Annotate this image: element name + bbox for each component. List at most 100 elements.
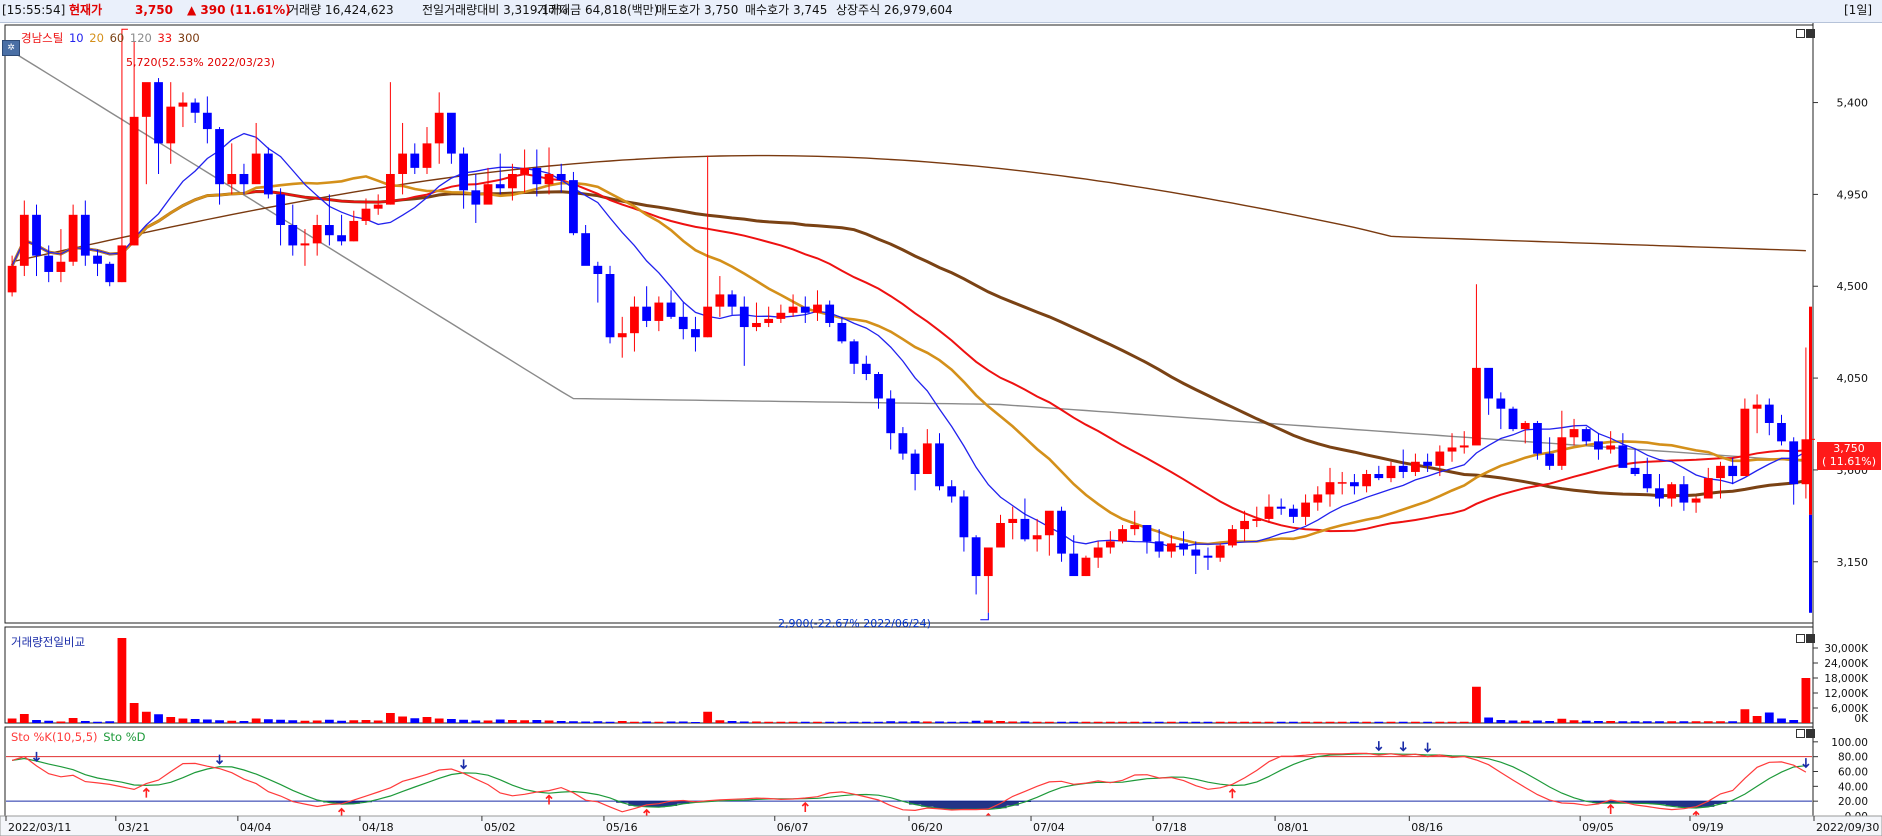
date-tick-label: 07/04 — [1033, 821, 1065, 834]
volume-bar — [996, 721, 1005, 723]
candle-body — [495, 184, 505, 189]
candle-body — [971, 537, 981, 577]
volume-bar — [1069, 721, 1079, 723]
candle-body — [1227, 529, 1237, 546]
candle-body — [1191, 549, 1201, 556]
candle — [1081, 555, 1091, 577]
candle-body — [410, 153, 420, 168]
volume-bar — [1618, 721, 1628, 723]
candle-body — [1581, 429, 1591, 442]
candle-body — [605, 273, 615, 338]
candle-body — [1435, 451, 1445, 466]
candle-body — [1423, 461, 1433, 466]
candle-body — [1484, 367, 1494, 399]
pane3-minimize-button[interactable] — [1796, 729, 1805, 738]
volume-bar — [813, 721, 822, 723]
volume-bar — [1301, 721, 1310, 723]
candle-body — [825, 304, 835, 323]
candle-body — [788, 306, 798, 313]
candle-body — [1459, 445, 1469, 448]
candle-body — [129, 116, 139, 246]
candle-body — [813, 304, 822, 313]
candle — [1740, 398, 1750, 477]
stock-chart[interactable]: 3,1503,6004,0504,5004,9505,4006,000K12,0… — [0, 23, 1882, 836]
candle-body — [752, 322, 761, 328]
candle-body — [7, 265, 17, 293]
candle-body — [276, 194, 285, 226]
volume-bar — [1325, 721, 1335, 723]
volume-bar — [532, 720, 542, 723]
candle-body — [361, 208, 371, 221]
volume-bar — [1020, 721, 1030, 723]
volume-bar — [1423, 721, 1433, 723]
candle-body — [202, 112, 212, 130]
candle-body — [373, 204, 383, 209]
candle-body — [215, 129, 224, 185]
volume-bar — [1032, 721, 1042, 723]
volume-bar — [337, 720, 346, 723]
volume-zero-label: 0K — [1854, 713, 1869, 725]
volume-tick-label: 18,000K — [1824, 673, 1869, 685]
volume-bar — [739, 721, 749, 723]
candle-body — [1777, 422, 1786, 442]
stoch-tick-label: 80.00 — [1838, 752, 1868, 764]
price-legend: 경남스틸 10 20 60 120 33 300 — [21, 30, 202, 46]
volume-bar — [837, 721, 847, 723]
current-price-label: 현재가 — [69, 3, 103, 17]
volume-bar — [617, 721, 627, 723]
candle-body — [959, 496, 969, 538]
price-tag-pct: ( 11.61%) — [1821, 455, 1877, 468]
volume-bar — [654, 721, 664, 723]
candle-body — [617, 333, 627, 338]
candle-body — [1362, 474, 1371, 487]
period-selector[interactable]: [1일] — [1844, 0, 1872, 21]
volume-bar — [1728, 721, 1738, 723]
candle-body — [227, 173, 237, 185]
candle-body — [1020, 518, 1030, 540]
volume-bar — [1606, 721, 1616, 723]
bid-price: 매수호가 3,745 — [745, 3, 828, 17]
ticker-bar: [15:55:54] 현재가 3,750 ▲ 390 (11.61%) 거래량 … — [0, 0, 1882, 23]
legend-ma300: 300 — [177, 31, 200, 45]
pane2-close-button[interactable] — [1806, 634, 1815, 643]
candle-body — [1386, 465, 1396, 479]
volume-bar — [1447, 721, 1457, 723]
candle — [569, 171, 578, 236]
volume-bar — [947, 721, 957, 723]
volume-bar — [1655, 721, 1664, 723]
candle-body — [1032, 535, 1042, 540]
volume-bar — [581, 721, 591, 723]
stock-logo-icon[interactable]: ✲ — [2, 40, 20, 56]
candle-body — [764, 318, 774, 323]
volume-bar — [1044, 721, 1054, 723]
pane3-close-button[interactable] — [1806, 729, 1815, 738]
pane1-minimize-button[interactable] — [1796, 29, 1805, 38]
pane2-minimize-button[interactable] — [1796, 634, 1805, 643]
pane-frame-1 — [4, 24, 1814, 624]
candle-body — [703, 306, 713, 338]
volume-bar — [1093, 721, 1103, 723]
volume-bar — [1264, 721, 1274, 723]
volume-bar — [1118, 721, 1127, 723]
volume-bar — [1533, 720, 1542, 723]
volume-bar — [1411, 721, 1420, 723]
volume-bar — [251, 718, 261, 723]
volume-bar — [569, 721, 578, 723]
current-price-tag: 3,750 ( 11.61%) — [1817, 442, 1881, 470]
volume-bar — [1252, 721, 1262, 723]
candle-body — [434, 112, 444, 144]
volume-bar — [886, 721, 896, 723]
volume-bar — [80, 721, 90, 723]
volume-bar — [605, 721, 615, 723]
volume-bar — [1313, 721, 1323, 723]
date-tick-label: 04/18 — [362, 821, 394, 834]
volume-bar — [678, 721, 688, 723]
date-tick-label: 05/02 — [484, 821, 516, 834]
candle-body — [1142, 525, 1152, 542]
low-price-annotation: 2,900(-22.67% 2022/06/24) — [778, 617, 931, 630]
volume-bar — [1166, 721, 1176, 723]
candle-body — [251, 153, 261, 185]
candle-body — [1533, 422, 1542, 454]
pane1-close-button[interactable] — [1806, 29, 1815, 38]
volume-bar — [1350, 721, 1359, 723]
